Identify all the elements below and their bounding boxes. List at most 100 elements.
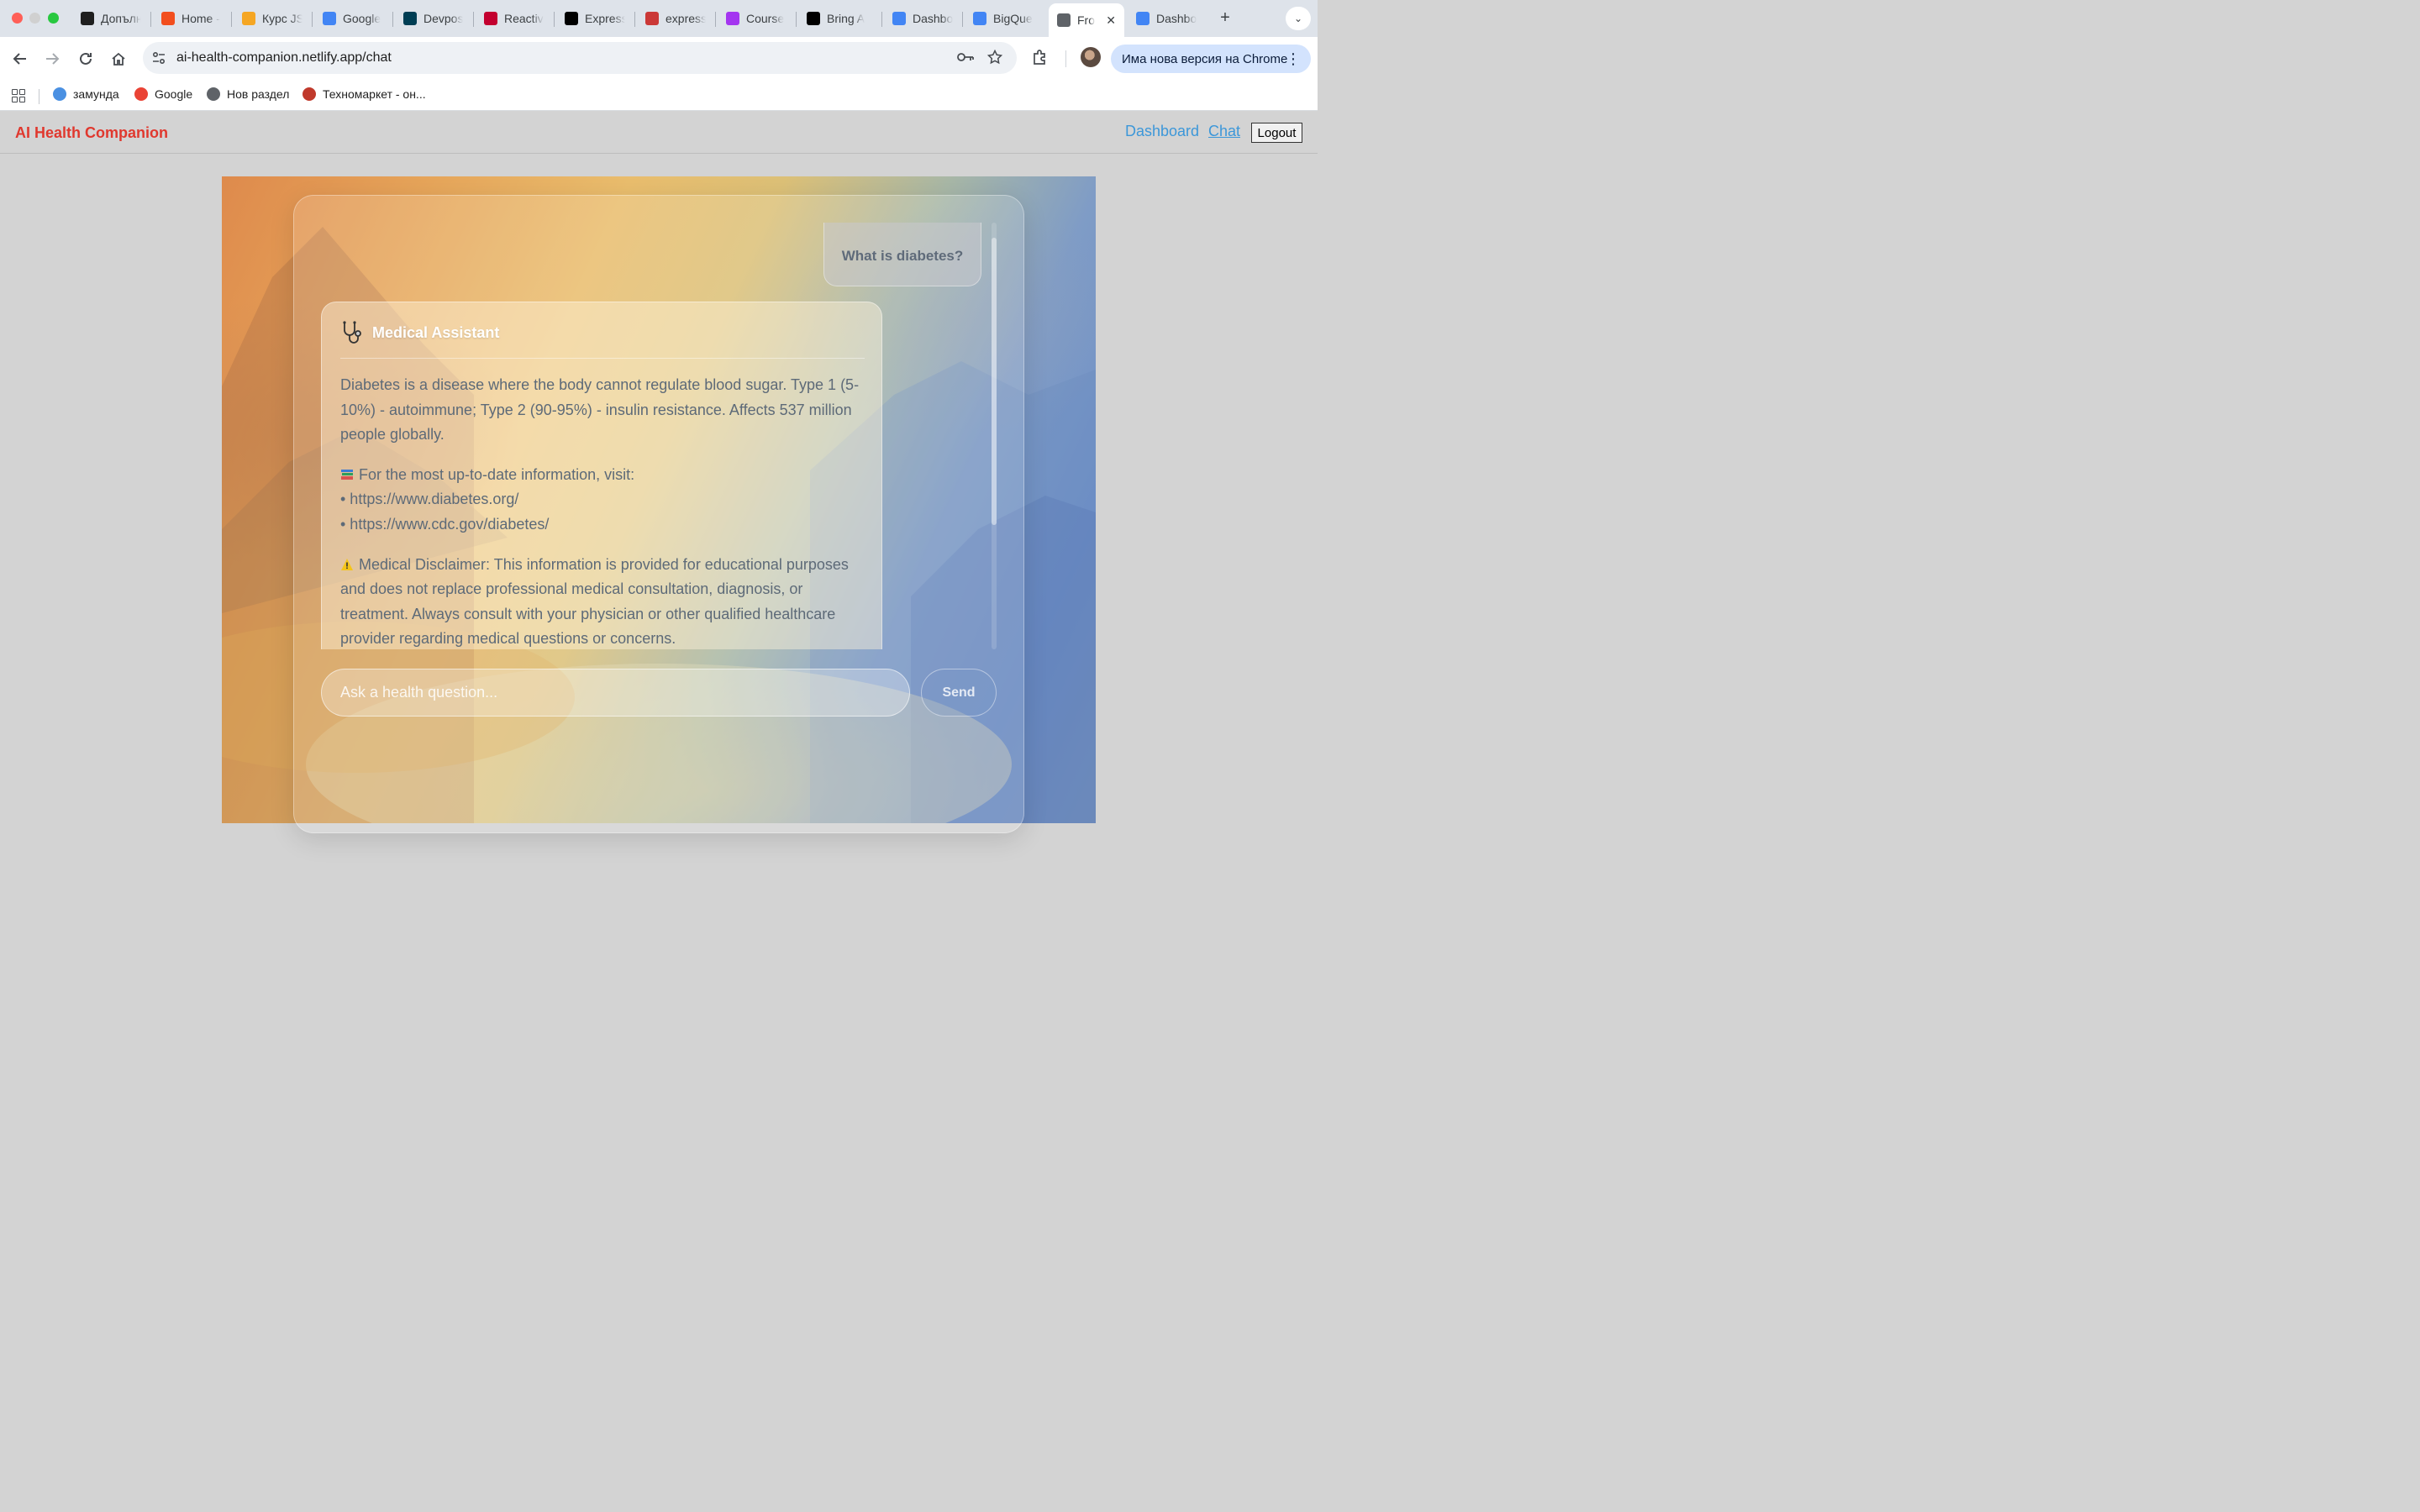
tab-separator [150,12,151,27]
looker-icon [892,12,906,25]
books-icon [341,469,353,480]
logout-button[interactable]: Logout [1251,123,1302,143]
browser-tab[interactable]: Dashbo [884,5,961,32]
globe-icon [207,87,220,101]
bookmark-star-icon[interactable] [986,49,1003,69]
warning-icon [341,558,353,570]
toolbar-divider [1065,50,1066,67]
browser-tab-title: Dashbo [1156,12,1197,25]
browser-tab[interactable]: Dashbo [1128,5,1208,32]
chat-scrollbar-thumb[interactable] [992,238,997,525]
tab-separator [881,12,882,27]
browser-tab[interactable]: Express [556,5,634,32]
profile-avatar[interactable] [1081,47,1101,67]
browser-tab-title: BigQue [993,12,1033,25]
nav-dashboard-link[interactable]: Dashboard [1125,123,1199,140]
browser-tab-title: Допълн [101,12,141,25]
browser-toolbar: ai-health-companion.netlify.app/chat Има… [0,37,1318,81]
home-icon [112,52,125,66]
tab-search-button[interactable]: ⌄ [1286,7,1311,30]
address-url[interactable]: ai-health-companion.netlify.app/chat [176,50,392,66]
zamunda-icon [53,87,66,101]
browser-tab[interactable]: Bring A [798,5,881,32]
looker-icon [1136,12,1150,25]
tab-separator [962,12,963,27]
address-bar[interactable]: ai-health-companion.netlify.app/chat [143,42,1017,74]
tab-separator [312,12,313,27]
browser-tab[interactable]: express [637,5,714,32]
app-header: AI Health Companion Dashboard Chat Logou… [0,111,1318,154]
bookmark-item[interactable]: замунда [53,87,119,101]
close-tab-icon[interactable]: ✕ [1106,13,1116,28]
google-icon [134,87,148,101]
npm-icon [645,12,659,25]
password-key-icon[interactable] [956,50,975,69]
tab-separator [634,12,635,27]
assistant-resources: For the most up-to-date information, vis… [340,463,865,538]
browser-tab[interactable]: Course [718,5,795,32]
nav-chat-link[interactable]: Chat [1208,123,1240,140]
browser-tab-title: Reactiv [504,12,544,25]
tab-separator [715,12,716,27]
chrome-update-button[interactable]: Има нова версия на Chrome ⋮ [1111,45,1311,73]
maximize-window-button[interactable] [48,13,59,24]
arrow-left-icon [13,53,26,65]
apps-grid-icon[interactable] [12,89,25,102]
chat-input-wrapper [321,669,910,717]
stethoscope-icon [343,321,361,344]
browser-tab[interactable]: Google [314,5,392,32]
resource-link-cdc[interactable]: • https://www.cdc.gov/diabetes/ [340,512,865,538]
forward-button[interactable] [40,47,64,71]
browser-tab-title: Express [585,12,625,25]
browser-tab-title: Курс JS [262,12,302,25]
browser-tab[interactable]: Курс JS [234,5,311,32]
assistant-message-body: Diabetes is a disease where the body can… [340,373,865,649]
browser-tab-title: Dashbo [913,12,953,25]
chrome-update-label: Има нова версия на Chrome [1122,51,1288,66]
devpost-icon [403,12,417,25]
course-icon [242,12,255,25]
app-brand[interactable]: AI Health Companion [15,124,168,142]
home-button[interactable] [107,47,130,71]
arrow-right-icon [46,53,60,65]
google-translate-icon [323,12,336,25]
new-tab-button[interactable]: + [1215,8,1235,28]
browser-tab-title: Home - [182,12,220,25]
browser-tab[interactable]: Допълн [72,5,150,32]
back-button[interactable] [8,47,32,71]
technomarket-icon [302,87,316,101]
express-icon [565,12,578,25]
figma-icon [161,12,175,25]
browser-tab-title: Fro [1077,13,1095,27]
resource-link-diabetes-org[interactable]: • https://www.diabetes.org/ [340,487,865,512]
site-settings-icon[interactable] [151,50,166,66]
send-button[interactable]: Send [921,669,997,717]
chevron-down-icon: ⌄ [1293,13,1303,24]
browser-tab-title: Bring A [827,12,865,25]
browser-tab-strip: Допълн Home - Курс JS Google Devpos Reactiv Ex… [0,0,1318,37]
bookmark-item[interactable]: Google [134,87,192,101]
extensions-puzzle-icon[interactable] [1032,49,1049,70]
browser-tab[interactable]: Devpos [395,5,472,32]
looker-icon [973,12,986,25]
browser-tab[interactable]: Reactiv [476,5,553,32]
browser-tab[interactable]: BigQue [965,5,1045,32]
bookmark-label: Техномаркет - он... [323,87,426,101]
bookmarks-bar: замунда Google Нов раздел Техномаркет - он.… [0,81,1318,111]
tab-separator [231,12,232,27]
bookmark-item[interactable]: Нов раздел [207,87,289,101]
browser-tab[interactable]: Fro ✕ [1049,3,1124,37]
bring-icon [807,12,820,25]
close-window-button[interactable] [12,13,23,24]
angular-icon [484,12,497,25]
minimize-window-button[interactable] [29,13,40,24]
more-vertical-icon: ⋮ [1286,50,1301,67]
chat-input[interactable] [322,669,909,716]
bookmark-label: Нов раздел [227,87,290,101]
bookmark-item[interactable]: Техномаркет - он... [302,87,426,101]
chat-messages[interactable]: What is diabetes? Medical Assistant Diab… [321,223,998,649]
reload-button[interactable] [74,47,97,71]
assistant-disclaimer: Medical Disclaimer: This information is … [340,553,865,649]
tab-separator [392,12,393,27]
browser-tab[interactable]: Home - [153,5,230,32]
